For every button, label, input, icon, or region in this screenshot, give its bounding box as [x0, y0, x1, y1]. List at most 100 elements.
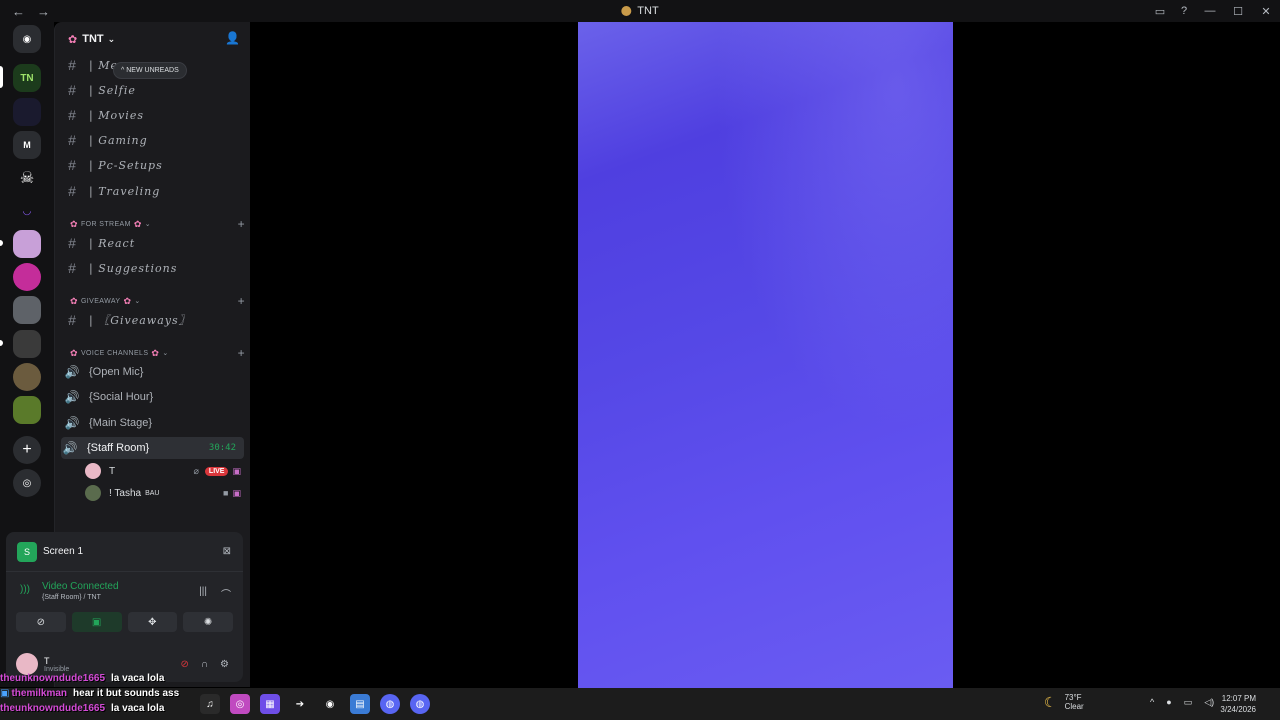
title-bar: ← → TNT ▭ ? — ☐ ✕ [0, 0, 1280, 22]
add-channel-icon[interactable]: + [238, 346, 245, 360]
activity-icon: ▣ [232, 487, 241, 498]
flower-icon: ✿ [70, 218, 78, 229]
camera-off-button[interactable]: ⊘ [16, 612, 66, 632]
add-user-icon[interactable]: 👤 [225, 31, 240, 45]
channel-label: | Selfie [89, 83, 136, 97]
back-arrow-icon[interactable]: ← [12, 4, 25, 19]
app-icon[interactable]: ◎ [230, 694, 250, 714]
user-controls: ⊘ ∩ ⚙ [180, 659, 229, 670]
clock-date: 3/24/2026 [1220, 705, 1256, 714]
chat-badge-icon: ▣ [0, 688, 10, 699]
server-icon-11[interactable] [13, 396, 41, 424]
muted-mic-icon: ⌀ [193, 465, 199, 476]
avatar [85, 485, 101, 501]
server-crown-icon[interactable] [13, 230, 41, 258]
channel-item-suggestions[interactable]: # | Suggestions [63, 257, 245, 279]
channel-label: | Pc-Setups [89, 158, 163, 172]
maximize-button[interactable]: ☐ [1224, 5, 1252, 18]
headphones-icon[interactable]: ∩ [201, 659, 208, 670]
notepad-icon[interactable]: ▤ [350, 694, 370, 714]
new-unreads-button[interactable]: ^ NEW UNREADS [113, 62, 187, 79]
voice-channel-social-hour[interactable]: 🔊 {Social Hour} [63, 386, 245, 408]
minimize-button[interactable]: — [1196, 5, 1224, 17]
speaker-icon: 🔊 [62, 441, 78, 455]
add-channel-icon[interactable]: + [238, 294, 245, 308]
channel-item-react[interactable]: # | React [63, 232, 245, 254]
clock[interactable]: 12:07 PM 3/24/2026 [1220, 693, 1256, 715]
chat-message: la vaca lola [111, 673, 165, 684]
server-skull-icon[interactable]: ☠ [13, 164, 41, 192]
soundboard-button[interactable]: ✺ [183, 612, 233, 632]
server-ghost-icon[interactable]: ◡ [13, 197, 41, 225]
arrow-app-icon[interactable]: ➔ [290, 694, 310, 714]
server-icon-10[interactable] [13, 363, 41, 391]
server-icon-8[interactable] [13, 296, 41, 324]
voice-user-name: ! Tasha [109, 487, 142, 499]
speaker-icon: 🔊 [64, 416, 80, 430]
channel-item-traveling[interactable]: # | Traveling [63, 180, 245, 202]
channel-item-pc-setups[interactable]: # | Pc-Setups [63, 154, 245, 176]
spotify-icon[interactable]: ♫ [200, 694, 220, 714]
voice-channel-main-stage[interactable]: 🔊 {Main Stage} [63, 412, 245, 434]
voice-status[interactable]: Video Connected [42, 581, 243, 592]
category-voice-channels[interactable]: ✿ VOICE CHANNELS ✿ ⌄ + [67, 346, 245, 360]
hash-icon: # [68, 183, 76, 199]
mute-mic-icon[interactable]: ⊘ [180, 659, 188, 670]
channel-item-giveaways[interactable]: # | 〖Giveaways〗 [63, 309, 245, 331]
close-button[interactable]: ✕ [1252, 5, 1280, 18]
server-m-icon[interactable]: M [13, 131, 41, 159]
unread-pill-2 [0, 340, 3, 346]
discord-icon[interactable]: ◍ [380, 694, 400, 714]
channel-item-gaming[interactable]: # | Gaming [63, 129, 245, 151]
chat-message: hear it but sounds ass [73, 688, 180, 699]
channel-label: {Social Hour} [89, 391, 154, 403]
weather-widget[interactable]: ☾ 73°F Clear [1044, 693, 1084, 711]
add-server-icon[interactable]: + [13, 436, 41, 464]
screen-share-button[interactable]: ▣ [71, 612, 122, 632]
steam-icon[interactable]: ◉ [320, 694, 340, 714]
settings-gear-icon[interactable]: ⚙ [220, 659, 229, 670]
chevron-down-icon: ⌄ [134, 298, 141, 305]
channel-item-selfie[interactable]: # | Selfie [63, 79, 245, 101]
noise-suppression-icon[interactable]: ||| [199, 586, 207, 597]
stream-video[interactable] [578, 22, 953, 688]
live-badge: LIVE [204, 466, 229, 476]
mic-icon[interactable]: ● [1166, 697, 1171, 708]
forward-arrow-icon[interactable]: → [37, 4, 50, 19]
screen-share-row: S Screen 1 ⊠ [6, 532, 243, 572]
server-pink-skull-icon[interactable] [13, 263, 41, 291]
activities-button[interactable]: ✥ [127, 612, 178, 632]
server-icon-2[interactable] [13, 98, 41, 126]
moon-icon: ☾ [1044, 693, 1057, 710]
server-tnt-icon[interactable]: TN [13, 64, 41, 92]
category-for-stream[interactable]: ✿ FOR STREAM ✿ ⌄ + [67, 217, 245, 231]
discord-home-icon[interactable]: ◉ [13, 25, 41, 53]
hash-icon: # [68, 57, 76, 73]
voice-user-tasha[interactable]: ! Tasha BAU ■ ▣ [85, 484, 245, 502]
channel-item-movies[interactable]: # | Movies [63, 104, 245, 126]
voice-location[interactable]: {Staff Room} / TNT [42, 594, 243, 601]
voice-channel-staff-room[interactable]: 🔊 {Staff Room} 30:42 [61, 437, 244, 459]
network-icon[interactable]: ▭ [1184, 697, 1193, 708]
stop-stream-icon[interactable]: ⊠ [223, 546, 231, 557]
chevron-up-icon[interactable]: ^ [1150, 697, 1154, 708]
add-channel-icon[interactable]: + [238, 217, 245, 231]
server-icon-9[interactable] [13, 330, 41, 358]
disconnect-icon[interactable]: ⌒ [221, 586, 231, 601]
discover-icon[interactable]: ◎ [13, 469, 41, 497]
chat-line: theunknowndude1665 la vaca lola [0, 701, 179, 716]
screen-share-label: Screen 1 [43, 546, 84, 557]
speaker-icon: 🔊 [64, 390, 80, 404]
discord-icon-2[interactable]: ◍ [410, 694, 430, 714]
channel-label: {Open Mic} [89, 366, 144, 378]
flower-icon: ✿ [68, 33, 78, 46]
guild-header[interactable]: ✿ TNT ⌄ 👤 [55, 22, 250, 56]
category-giveaway[interactable]: ✿ GIVEAWAY ✿ ⌄ + [67, 294, 245, 308]
inbox-icon[interactable]: ▭ [1148, 5, 1172, 18]
voice-panel: S Screen 1 ⊠ ))) Video Connected {Staff … [6, 532, 243, 682]
voice-channel-open-mic[interactable]: 🔊 {Open Mic} [63, 361, 245, 383]
volume-icon[interactable]: ◁) [1204, 697, 1214, 708]
help-icon[interactable]: ? [1172, 5, 1196, 17]
voice-user-t[interactable]: T ⌀ LIVE ▣ [85, 462, 245, 480]
grid-app-icon[interactable]: ▦ [260, 694, 280, 714]
